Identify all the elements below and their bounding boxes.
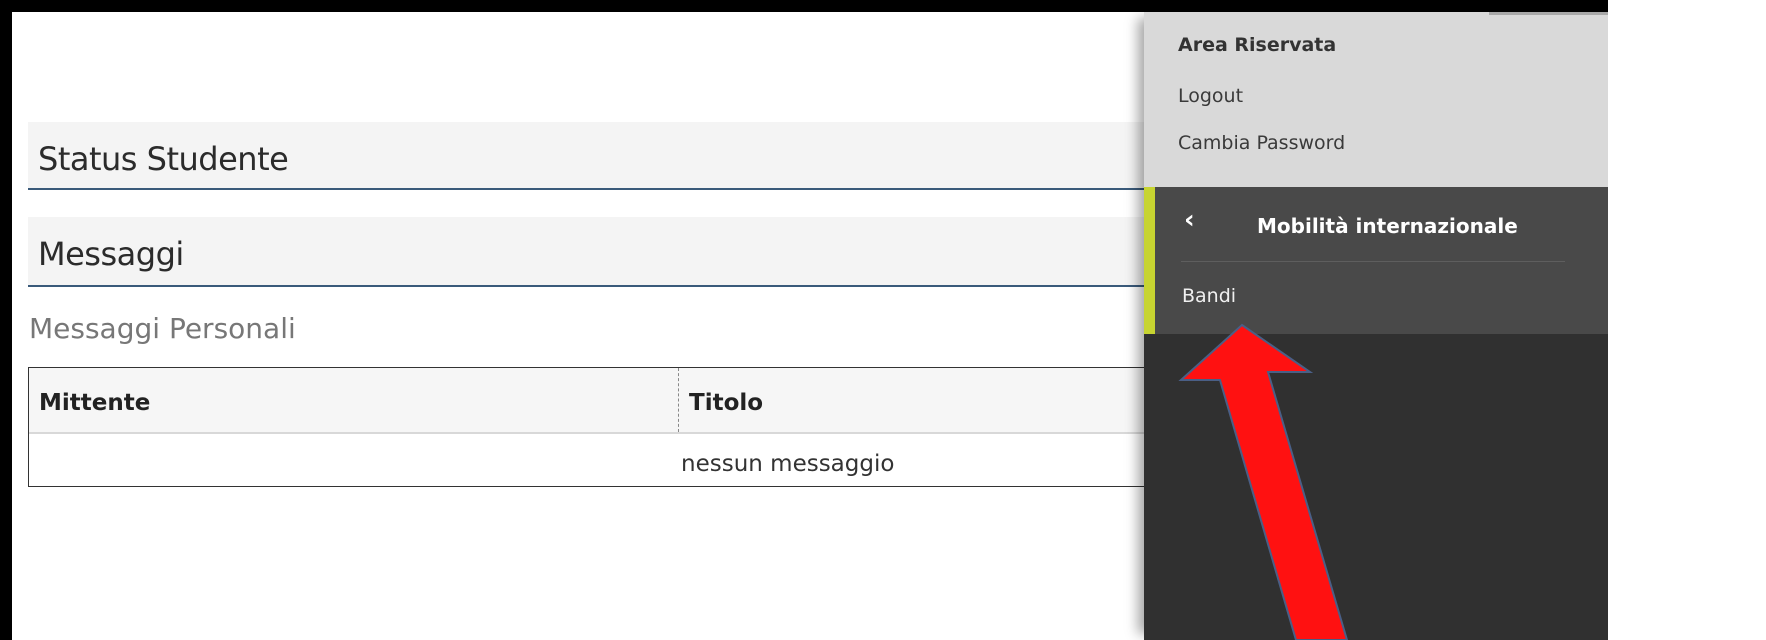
change-password-link[interactable]: Cambia Password [1178, 132, 1345, 154]
messages-section-title: Messaggi [38, 235, 184, 273]
reserved-area-menu: Area Riservata Logout Cambia Password [1144, 12, 1608, 187]
column-header-mittente[interactable]: Mittente [29, 368, 679, 432]
table-header: Mittente Titolo [29, 368, 1165, 434]
main-content: Status Studente Messaggi Messaggi Person… [12, 12, 1166, 640]
status-section-title: Status Studente [38, 140, 289, 178]
messages-section-header[interactable]: Messaggi [28, 217, 1166, 287]
reserved-area-title: Area Riservata [1178, 34, 1337, 56]
status-section-header[interactable]: Status Studente [28, 122, 1166, 190]
submenu-accent-bar [1144, 187, 1155, 334]
international-mobility-submenu: ‹ Mobilità internazionale Bandi [1144, 187, 1608, 334]
personal-messages-label: Messaggi Personali [29, 312, 296, 345]
logout-link[interactable]: Logout [1178, 85, 1243, 107]
chevron-left-icon[interactable]: ‹ [1184, 205, 1195, 235]
submenu-title: Mobilità internazionale [1257, 214, 1518, 238]
menu-tab-edge [1489, 12, 1608, 15]
column-header-label: Titolo [689, 390, 764, 416]
side-menu: Area Riservata Logout Cambia Password ‹ … [1144, 12, 1608, 640]
empty-table-message: nessun messaggio [681, 451, 895, 477]
column-header-titolo[interactable]: Titolo [679, 368, 1167, 432]
menu-item-bandi[interactable]: Bandi [1182, 285, 1236, 307]
column-header-label: Mittente [39, 390, 151, 416]
right-blank-area [1608, 0, 1766, 640]
messages-table: Mittente Titolo nessun messaggio [28, 367, 1166, 487]
submenu-divider [1181, 261, 1565, 262]
